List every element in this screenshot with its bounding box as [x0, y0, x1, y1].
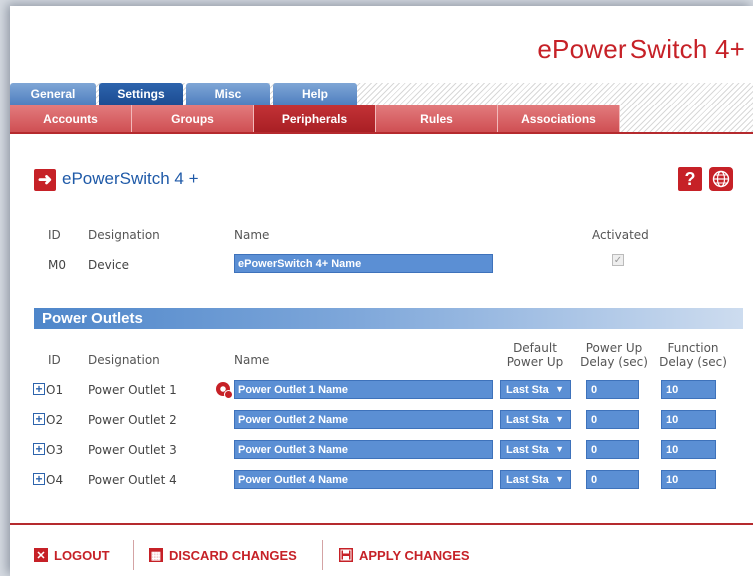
outlet-function-delay-input[interactable]: 10 — [661, 440, 716, 459]
outlets-header-delay-line2: Delay (sec) — [580, 355, 648, 369]
discard-changes-button[interactable]: ▦ DISCARD CHANGES — [149, 546, 297, 564]
close-x-icon: ✕ — [34, 548, 48, 562]
tab-general[interactable]: General — [10, 83, 96, 105]
dropdown-arrow-icon: ▼ — [555, 474, 564, 484]
discard-label: DISCARD CHANGES — [169, 547, 297, 563]
sub-tab-bar: Accounts Groups Peripherals Rules Associ… — [10, 105, 753, 134]
outlet-function-delay-input[interactable]: 10 — [661, 410, 716, 429]
outlets-header-function-line1: Function — [667, 341, 719, 355]
outlet-designation: Power Outlet 1 — [88, 383, 177, 397]
outlets-header-power-up-delay: Power Up Delay (sec) — [576, 341, 652, 369]
outlet-id: O1 — [46, 383, 64, 397]
footer-separator — [322, 540, 323, 570]
outlets-header-name: Name — [234, 353, 270, 367]
power-outlets-title: Power Outlets — [42, 310, 143, 327]
outlet-designation: Power Outlet 3 — [88, 443, 177, 457]
outlets-header-default-line2: Power Up — [506, 355, 564, 369]
dropdown-arrow-icon: ▼ — [555, 414, 564, 424]
dropdown-arrow-icon: ▼ — [555, 444, 564, 454]
tab-settings[interactable]: Settings — [99, 83, 183, 105]
outlet-function-delay-input[interactable]: 10 — [661, 380, 716, 399]
device-header-activated: Activated — [592, 228, 649, 242]
outlet-settings-icon[interactable] — [216, 382, 233, 399]
arrow-right-icon: ➜ — [34, 169, 56, 191]
apply-label: APPLY CHANGES — [359, 547, 470, 563]
outlet-default-value: Last Sta — [506, 384, 549, 396]
outlet-designation: Power Outlet 2 — [88, 413, 177, 427]
expand-plus-icon[interactable]: + — [33, 383, 45, 395]
device-header-id: ID — [48, 228, 61, 242]
outlets-header-designation: Designation — [88, 353, 160, 367]
outlet-designation: Power Outlet 4 — [88, 473, 177, 487]
outlet-default-value: Last Sta — [506, 474, 549, 486]
tab-help[interactable]: Help — [273, 83, 357, 105]
outlets-header-default-line1: Default — [513, 341, 557, 355]
logout-button[interactable]: ✕ LOGOUT — [34, 546, 110, 564]
outlet-default-select[interactable]: Last Sta ▼ — [500, 440, 571, 459]
footer-separator — [133, 540, 134, 570]
device-header-name: Name — [234, 228, 270, 242]
outlet-default-select[interactable]: Last Sta ▼ — [500, 470, 571, 489]
app-window: ePower Switch 4+ General Settings Misc He… — [10, 6, 753, 576]
outlet-default-value: Last Sta — [506, 414, 549, 426]
subtab-accounts[interactable]: Accounts — [10, 105, 132, 132]
brand-part-1: ePower — [537, 34, 627, 64]
subtab-associations[interactable]: Associations — [498, 105, 620, 132]
outlet-default-select[interactable]: Last Sta ▼ — [500, 410, 571, 429]
outlet-name-input[interactable]: Power Outlet 2 Name — [234, 410, 493, 429]
device-name-input[interactable]: ePowerSwitch 4+ Name — [234, 254, 493, 273]
device-designation: Device — [88, 258, 130, 272]
device-header-designation: Designation — [88, 228, 160, 242]
subtab-rules[interactable]: Rules — [376, 105, 498, 132]
outlets-header-function-delay: Function Delay (sec) — [654, 341, 732, 369]
outlet-power-up-delay-input[interactable]: 0 — [586, 380, 639, 399]
globe-icon[interactable] — [709, 167, 733, 191]
outlet-default-select[interactable]: Last Sta ▼ — [500, 380, 571, 399]
subtab-groups[interactable]: Groups — [132, 105, 254, 132]
logout-label: LOGOUT — [54, 547, 110, 563]
outlet-default-value: Last Sta — [506, 444, 549, 456]
device-id: M0 — [48, 258, 66, 272]
outlets-header-function-line2: Delay (sec) — [659, 355, 727, 369]
expand-plus-icon[interactable]: + — [33, 473, 45, 485]
outlet-id: O2 — [46, 413, 64, 427]
outlet-id: O4 — [46, 473, 64, 487]
outlet-power-up-delay-input[interactable]: 0 — [586, 470, 639, 489]
page-title: ePowerSwitch 4 + — [62, 169, 199, 188]
trash-icon: ▦ — [149, 548, 163, 562]
outlet-name-input[interactable]: Power Outlet 1 Name — [234, 380, 493, 399]
brand-logo: ePower Switch 4+ — [537, 34, 745, 65]
outlets-header-id: ID — [48, 353, 61, 367]
main-tab-bar: General Settings Misc Help — [10, 83, 753, 105]
outlet-power-up-delay-input[interactable]: 0 — [586, 440, 639, 459]
outlets-header-delay-line1: Power Up — [585, 341, 643, 355]
tab-misc[interactable]: Misc — [186, 83, 270, 105]
outlet-function-delay-input[interactable]: 10 — [661, 470, 716, 489]
expand-plus-icon[interactable]: + — [33, 443, 45, 455]
outlet-name-input[interactable]: Power Outlet 3 Name — [234, 440, 493, 459]
subtab-peripherals[interactable]: Peripherals — [254, 105, 376, 132]
outlet-power-up-delay-input[interactable]: 0 — [586, 410, 639, 429]
footer-divider — [10, 523, 753, 525]
expand-plus-icon[interactable]: + — [33, 413, 45, 425]
save-disk-icon — [339, 548, 353, 562]
outlet-id: O3 — [46, 443, 64, 457]
device-activated-checkbox[interactable]: ✓ — [612, 254, 624, 266]
dropdown-arrow-icon: ▼ — [555, 384, 564, 394]
outlets-header-default: Default Power Up — [500, 341, 570, 369]
apply-changes-button[interactable]: APPLY CHANGES — [339, 546, 470, 564]
brand-part-2: Switch 4+ — [629, 34, 745, 64]
outlet-name-input[interactable]: Power Outlet 4 Name — [234, 470, 493, 489]
help-icon[interactable]: ? — [678, 167, 702, 191]
